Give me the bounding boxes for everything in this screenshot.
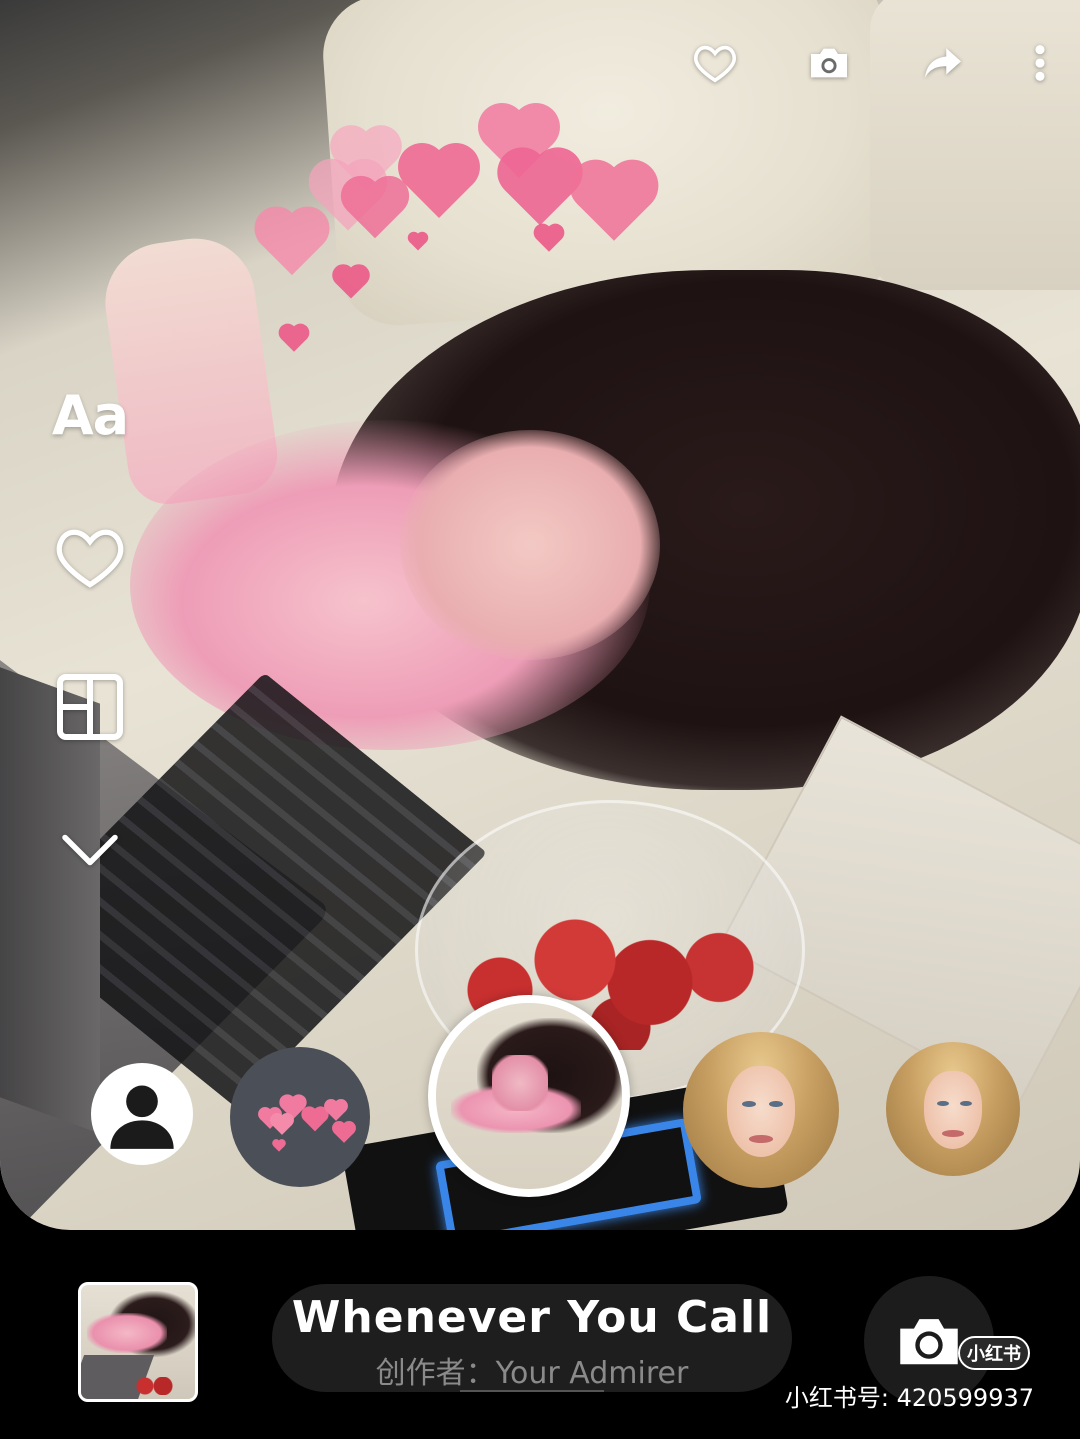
portrait-eye: [768, 1100, 783, 1107]
camera-viewfinder[interactable]: Aa: [0, 0, 1080, 1230]
portrait-eye: [742, 1100, 757, 1107]
heart-outline-icon: [56, 529, 124, 588]
camera-icon: [900, 1319, 958, 1365]
watermark-badge: 小红书: [958, 1336, 1030, 1370]
portrait-lips: [748, 1134, 774, 1143]
portrait-face: [923, 1071, 983, 1150]
heart-sticker: [260, 212, 324, 276]
camera-icon: [811, 48, 847, 78]
chevron-down-icon: [62, 834, 118, 866]
more-vertical-icon: [1035, 45, 1045, 81]
gallery-thumb-arm: [87, 1313, 167, 1353]
hearts-sticker-icon: [245, 1082, 355, 1152]
effect-portrait-1[interactable]: [683, 1032, 839, 1188]
mini-heart: [273, 1140, 285, 1152]
effect-portrait-2[interactable]: [886, 1042, 1020, 1176]
portrait-face: [726, 1066, 796, 1157]
person-silhouette-icon: [110, 1085, 174, 1149]
layout-tool-button[interactable]: [40, 662, 140, 752]
gallery-thumb-berries: [135, 1377, 175, 1395]
portrait-thumbnail: [683, 1032, 839, 1188]
bottom-bar: Whenever You Call 创作者：Your Admirer 小红书 小…: [0, 1230, 1080, 1439]
favorite-button[interactable]: [678, 38, 752, 88]
more-options-button[interactable]: [1020, 38, 1060, 88]
share-arrow-icon: [925, 48, 961, 78]
gallery-thumbnail-button[interactable]: [78, 1282, 198, 1402]
mini-heart: [334, 1123, 354, 1143]
music-underline: [460, 1390, 604, 1392]
heart-outline-icon: [694, 45, 736, 83]
share-button[interactable]: [906, 38, 980, 88]
heart-sticker: [281, 326, 307, 352]
text-tool-button[interactable]: Aa: [40, 370, 140, 460]
text-tool-label: Aa: [51, 383, 129, 447]
mini-heart: [272, 1115, 292, 1135]
music-title: Whenever You Call: [291, 1292, 773, 1343]
thumb-face: [491, 1055, 548, 1111]
effect-none[interactable]: [91, 1063, 193, 1165]
music-selector[interactable]: Whenever You Call 创作者：Your Admirer: [272, 1284, 792, 1392]
effect-selected-photo[interactable]: [428, 995, 630, 1197]
layout-grid-icon: [57, 674, 123, 740]
watermark-id: 小红书号: 420599937: [784, 1384, 1034, 1412]
snapshot-button[interactable]: [792, 38, 866, 88]
selected-photo-thumbnail: [436, 1003, 622, 1189]
effect-hearts[interactable]: [230, 1047, 370, 1187]
portrait-lips: [942, 1130, 964, 1138]
portrait-thumbnail: [886, 1042, 1020, 1176]
like-tool-button[interactable]: [40, 512, 140, 602]
effects-carousel[interactable]: [0, 990, 1080, 1210]
top-toolbar: [678, 38, 1060, 88]
mini-heart: [326, 1101, 346, 1121]
collapse-toolbar-button[interactable]: [40, 805, 140, 895]
mini-heart: [303, 1108, 327, 1132]
music-creator: 创作者：Your Admirer: [375, 1356, 689, 1391]
face: [400, 430, 660, 660]
